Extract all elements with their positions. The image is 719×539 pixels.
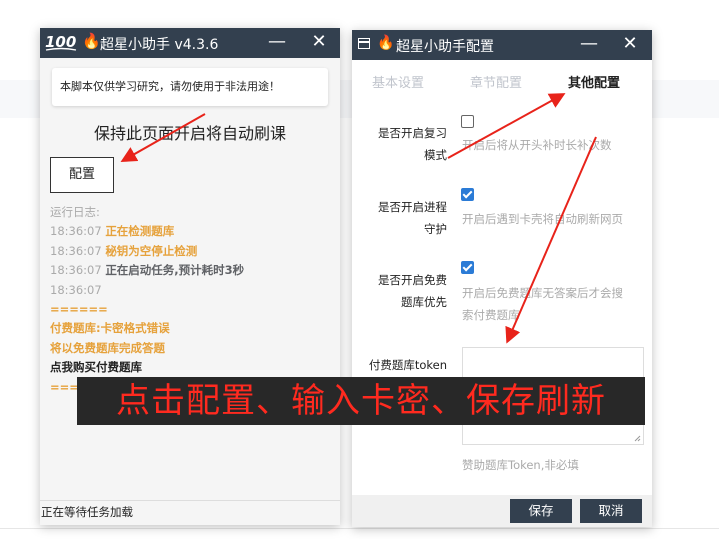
config-window: 🔥 超星小助手配置 — ✕ 基本设置 章节配置 其他配置 是否开启复习 模式 开启… xyxy=(352,30,652,527)
free-bank-priority-hint: 开启后免费题库无答案后才会搜 索付费题库 xyxy=(462,286,623,322)
log-time: 18:36:07 xyxy=(50,282,102,297)
minimize-icon[interactable]: — xyxy=(574,30,604,60)
config-tabs: 基本设置 章节配置 其他配置 xyxy=(352,68,652,94)
process-guard-checkbox[interactable] xyxy=(461,188,474,201)
keep-open-text: 保持此页面开启将自动刷课 xyxy=(93,124,286,143)
close-icon[interactable]: ✕ xyxy=(304,28,334,58)
save-button[interactable]: 保存 xyxy=(510,499,572,523)
log-line: 18:36:07 xyxy=(50,281,332,300)
fire-icon: 🔥 xyxy=(82,32,101,50)
tab-chapter-config[interactable]: 章节配置 xyxy=(470,72,522,91)
logo-100-icon: 100 xyxy=(45,33,76,51)
log-line: 18:36:07 正在检测题库 xyxy=(50,222,332,241)
log-message: 秘钥为空停止检测 xyxy=(105,243,198,258)
status-bar: 正在等待任务加载 xyxy=(40,500,340,525)
config-button[interactable]: 配置 xyxy=(50,157,114,193)
cancel-button[interactable]: 取消 xyxy=(580,499,642,523)
log-line: 18:36:07 正在启动任务,预计耗时3秒 xyxy=(50,261,332,280)
page-divider xyxy=(0,528,719,529)
process-guard-label: 是否开启进程 守护 xyxy=(378,200,447,236)
log-line[interactable]: 点我购买付费题库 xyxy=(50,358,332,377)
log-time: 18:36:07 xyxy=(50,263,102,278)
log-message: ====== xyxy=(50,301,108,316)
helper-titlebar[interactable]: 100 🔥 超星小助手 v4.3.6 — ✕ xyxy=(40,28,340,58)
review-mode-label: 是否开启复习 模式 xyxy=(378,126,447,162)
config-title: 超星小助手配置 xyxy=(396,39,494,55)
free-bank-priority-checkbox[interactable] xyxy=(461,261,474,274)
window-icon xyxy=(358,38,370,49)
log-line: 将以免费题库完成答题 xyxy=(50,339,332,358)
log-message: 正在检测题库 xyxy=(105,224,175,239)
log-message: 运行日志: xyxy=(50,205,100,219)
log-line: ====== xyxy=(50,300,332,319)
close-icon[interactable]: ✕ xyxy=(615,30,645,60)
free-bank-priority-label: 是否开启免费 题库优先 xyxy=(378,273,447,309)
disclaimer-notice: 本脚本仅供学习研究，请勿使用于非法用途！ xyxy=(52,68,328,106)
minimize-icon[interactable]: — xyxy=(262,28,292,58)
log-time: 18:36:07 xyxy=(50,243,102,258)
process-guard-hint: 开启后遇到卡壳将自动刷新网页 xyxy=(462,212,623,226)
log-message: 点我购买付费题库 xyxy=(50,360,142,375)
token-hint: 赞助题库Token,非必填 xyxy=(462,458,579,472)
log-time: 18:36:07 xyxy=(50,224,102,239)
fire-icon: 🔥 xyxy=(377,35,395,51)
tab-other-config[interactable]: 其他配置 xyxy=(568,72,620,91)
config-titlebar[interactable]: 🔥 超星小助手配置 — ✕ xyxy=(352,30,652,60)
token-label: 付费题库token xyxy=(368,358,447,372)
helper-title: 超星小助手 v4.3.6 xyxy=(100,37,219,53)
review-mode-hint: 开启后将从开头补时长补次数 xyxy=(462,138,612,152)
helper-window: 100 🔥 超星小助手 v4.3.6 — ✕ 本脚本仅供学习研究，请勿使用于非法… xyxy=(40,28,340,525)
log-message: 正在启动任务,预计耗时3秒 xyxy=(105,263,245,278)
resize-handle-icon[interactable] xyxy=(634,435,641,442)
log-line: 18:36:07 秘钥为空停止检测 xyxy=(50,242,332,261)
instruction-banner: 点击配置、输入卡密、保存刷新 xyxy=(77,377,645,425)
tab-basic-settings[interactable]: 基本设置 xyxy=(372,72,424,91)
log-line: 运行日志: xyxy=(50,203,332,222)
run-log: 运行日志: 18:36:07 正在检测题库 18:36:07 秘钥为空停止检测 18:… xyxy=(50,203,332,397)
review-mode-checkbox[interactable] xyxy=(461,115,474,128)
log-message: 将以免费题库完成答题 xyxy=(50,340,165,355)
config-footer: 保存 取消 xyxy=(352,495,652,527)
log-line: 付费题库:卡密格式错误 xyxy=(50,319,332,338)
log-message: 付费题库:卡密格式错误 xyxy=(50,321,170,336)
